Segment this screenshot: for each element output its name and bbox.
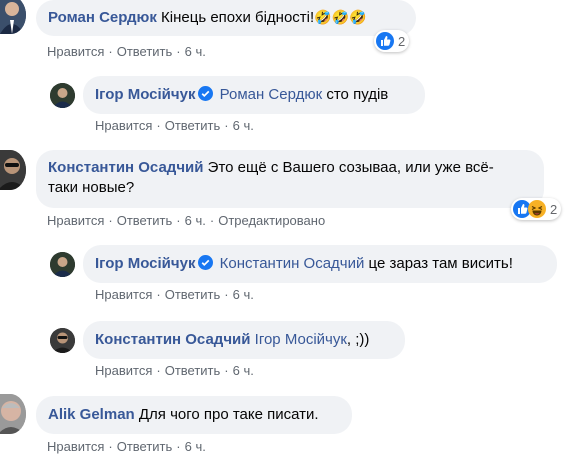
comment-text: , ;)) bbox=[346, 331, 370, 348]
edited-label: Отредактировано bbox=[218, 213, 326, 228]
comment-bubble: Ігор Мосійчук Константин Осадчий це зара… bbox=[83, 245, 557, 283]
comment-text: це зараз там висить! bbox=[368, 255, 513, 272]
like-link[interactable]: Нравится bbox=[95, 118, 152, 133]
comment-text-line1: Это ещё с Вашего созываа, или уже всё- bbox=[207, 159, 494, 176]
reaction-count: 2 bbox=[398, 33, 406, 49]
reaction-count: 2 bbox=[550, 201, 558, 217]
comment-author[interactable]: Alik Gelman bbox=[48, 406, 135, 423]
comment-bubble: Константин Осадчий Это ещё с Вашего созы… bbox=[36, 150, 544, 208]
verified-badge-icon bbox=[198, 86, 214, 101]
rofl-emoji: 🤣🤣🤣 bbox=[314, 9, 367, 25]
avatar-konstantin-osadchiy[interactable] bbox=[50, 328, 75, 353]
reaction-summary[interactable]: 2 bbox=[511, 198, 562, 220]
comment-meta: Нравится · Ответить · 6 ч. bbox=[95, 363, 254, 378]
comment-author[interactable]: Роман Сердюк bbox=[48, 9, 157, 26]
verified-badge-icon bbox=[198, 255, 214, 270]
avatar-igor-mosiychuk[interactable] bbox=[50, 83, 75, 108]
timestamp[interactable]: 6 ч. bbox=[185, 439, 206, 454]
mention-link[interactable]: Ігор Мосійчук bbox=[255, 331, 347, 348]
avatar-alik-gelman[interactable] bbox=[0, 394, 26, 434]
comment-bubble: Alik Gelman Для чого про таке писати. bbox=[36, 396, 352, 434]
haha-reaction-icon bbox=[528, 200, 546, 218]
comment-author[interactable]: Ігор Мосійчук bbox=[95, 86, 195, 103]
timestamp[interactable]: 6 ч. bbox=[185, 44, 206, 59]
comment-text: Для чого про таке писати. bbox=[138, 406, 319, 423]
timestamp[interactable]: 6 ч. bbox=[233, 118, 254, 133]
comment-bubble: Роман Сердюк Кінець епохи бідності!🤣🤣🤣 bbox=[36, 0, 416, 36]
comment-bubble: Константин Осадчий Ігор Мосійчук, ;)) bbox=[83, 321, 405, 359]
reply-link[interactable]: Ответить bbox=[165, 118, 221, 133]
reply-link[interactable]: Ответить bbox=[165, 363, 221, 378]
comment-bubble: Ігор Мосійчук Роман Сердюк сто пудів bbox=[83, 76, 425, 114]
comment-meta: Нравится · Ответить · 6 ч. · Отредактировано bbox=[47, 213, 326, 228]
comment-text: сто пудів bbox=[326, 86, 389, 103]
comment-meta: Нравится · Ответить · 6 ч. bbox=[95, 287, 254, 302]
reply-link[interactable]: Ответить bbox=[117, 439, 173, 454]
like-reaction-icon bbox=[376, 32, 394, 50]
mention-link[interactable]: Роман Сердюк bbox=[220, 86, 323, 103]
avatar-roman-serdyuk[interactable] bbox=[0, 0, 26, 34]
reply-link[interactable]: Ответить bbox=[165, 287, 221, 302]
comment-author[interactable]: Константин Осадчий bbox=[95, 331, 250, 348]
reaction-summary[interactable]: 2 bbox=[374, 30, 410, 52]
like-link[interactable]: Нравится bbox=[95, 363, 152, 378]
avatar-igor-mosiychuk[interactable] bbox=[50, 252, 75, 277]
reply-link[interactable]: Ответить bbox=[117, 44, 173, 59]
avatar-konstantin-osadchiy[interactable] bbox=[0, 150, 26, 190]
like-link[interactable]: Нравится bbox=[95, 287, 152, 302]
comment-author[interactable]: Ігор Мосійчук bbox=[95, 255, 195, 272]
reply-link[interactable]: Ответить bbox=[117, 213, 173, 228]
timestamp[interactable]: 6 ч. bbox=[233, 363, 254, 378]
comment-meta: Нравится · Ответить · 6 ч. bbox=[47, 439, 206, 454]
like-link[interactable]: Нравится bbox=[47, 213, 104, 228]
comment-author[interactable]: Константин Осадчий bbox=[48, 159, 203, 176]
timestamp[interactable]: 6 ч. bbox=[185, 213, 206, 228]
like-link[interactable]: Нравится bbox=[47, 439, 104, 454]
comment-meta: Нравится · Ответить · 6 ч. bbox=[47, 44, 206, 59]
like-link[interactable]: Нравится bbox=[47, 44, 104, 59]
mention-link[interactable]: Константин Осадчий bbox=[220, 255, 365, 272]
comment-meta: Нравится · Ответить · 6 ч. bbox=[95, 118, 254, 133]
comment-text-line2: таки новые? bbox=[48, 179, 135, 196]
comment-text: Кінець епохи бідності! bbox=[161, 9, 315, 26]
timestamp[interactable]: 6 ч. bbox=[233, 287, 254, 302]
